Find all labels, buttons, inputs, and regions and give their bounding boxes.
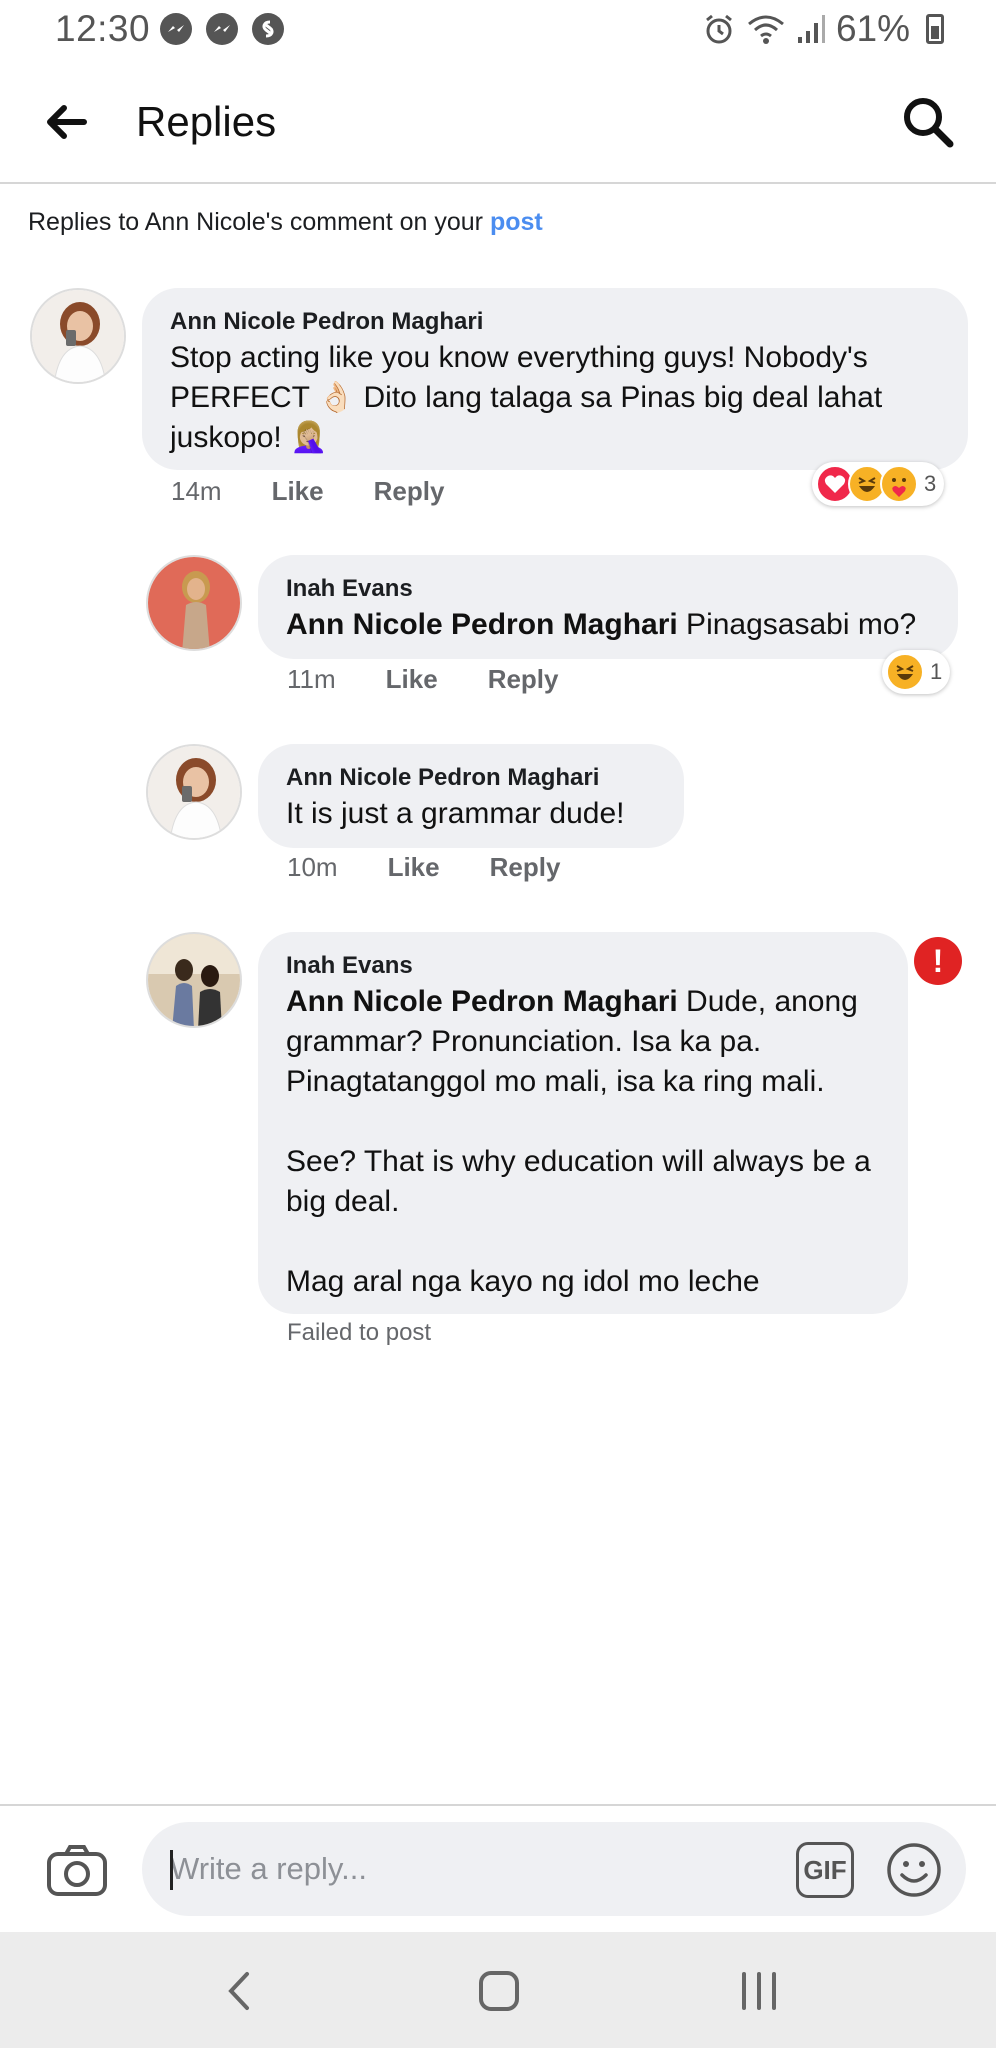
reaction-count: 3	[924, 471, 937, 496]
reply-button[interactable]: Reply	[374, 476, 445, 507]
nav-back-button[interactable]	[215, 1966, 265, 2016]
avatar-photo	[148, 557, 240, 649]
back-button[interactable]	[40, 98, 92, 146]
reaction-count: 1	[930, 659, 943, 684]
like-button[interactable]: Like	[272, 476, 324, 507]
comment-time: 11m	[287, 664, 336, 694]
comment-text: Ann Nicole Pedron Maghari Dude, anong gr…	[286, 982, 880, 1302]
comment-time: 10m	[287, 852, 338, 882]
arrow-left-icon	[47, 105, 87, 139]
signal-icon	[797, 15, 825, 43]
comment-time: 14m	[171, 476, 222, 506]
post-link[interactable]: post	[490, 208, 543, 236]
avatar-photo	[32, 290, 124, 382]
error-icon[interactable]: !	[914, 937, 962, 985]
comment-body: Dude, anong grammar? Pronunciation. Isa …	[286, 985, 871, 1298]
search-icon	[904, 98, 954, 148]
care-icon	[880, 465, 918, 503]
page-title: Replies	[136, 98, 277, 145]
comment-bubble: Inah Evans Ann Nicole Pedron Maghari Pin…	[258, 555, 958, 659]
chevron-left-icon	[228, 1972, 249, 2010]
avatar[interactable]	[146, 744, 242, 840]
comment-actions: 11m Like Reply	[287, 664, 559, 695]
camera-button[interactable]	[46, 1844, 108, 1898]
comment-actions: 10m Like Reply	[287, 852, 560, 883]
comment-author[interactable]: Ann Nicole Pedron Maghari	[286, 762, 656, 794]
avatar-photo	[148, 746, 240, 838]
comment-author[interactable]: Inah Evans	[286, 950, 880, 982]
smiley-icon	[887, 1843, 941, 1897]
system-nav-bar	[0, 1932, 996, 2048]
status-right: 61%	[702, 8, 944, 50]
battery-percent: 61%	[835, 8, 910, 49]
haha-icon	[886, 653, 924, 691]
comment-author[interactable]: Inah Evans	[286, 573, 930, 605]
reactions-summary[interactable]: 3	[812, 462, 945, 506]
text-cursor	[170, 1850, 173, 1890]
avatar-photo	[148, 934, 240, 1026]
nav-recents-button[interactable]	[734, 1966, 784, 2016]
search-button[interactable]	[900, 94, 956, 150]
emoji-button[interactable]	[886, 1842, 942, 1898]
messenger-icon	[206, 13, 238, 45]
avatar[interactable]	[146, 932, 242, 1028]
mention-link[interactable]: Ann Nicole Pedron Maghari	[286, 608, 678, 641]
avatar[interactable]	[146, 555, 242, 651]
like-button[interactable]: Like	[386, 664, 438, 695]
replies-context-text: Replies to Ann Nicole's comment on your	[28, 208, 490, 236]
mention-link[interactable]: Ann Nicole Pedron Maghari	[286, 985, 678, 1018]
comment-text: Ann Nicole Pedron Maghari Pinagsasabi mo…	[286, 605, 930, 645]
header: Replies	[0, 62, 996, 184]
messenger-icon	[160, 13, 192, 45]
reactions-summary[interactable]: 1	[882, 650, 951, 694]
like-button[interactable]: Like	[388, 852, 440, 883]
gif-button[interactable]: GIF	[796, 1842, 854, 1898]
alarm-icon	[706, 14, 732, 44]
reply-button[interactable]: Reply	[488, 664, 559, 695]
failed-status: Failed to post	[287, 1319, 432, 1346]
comment-bubble: Inah Evans Ann Nicole Pedron Maghari Dud…	[258, 932, 908, 1314]
comment-author[interactable]: Ann Nicole Pedron Maghari	[170, 306, 940, 338]
shazam-icon	[252, 13, 284, 45]
reply-button[interactable]: Reply	[490, 852, 561, 883]
replies-context: Replies to Ann Nicole's comment on your …	[28, 208, 543, 237]
camera-icon	[47, 1845, 107, 1896]
battery-icon	[926, 14, 944, 44]
comment-actions: 14m Like Reply	[171, 476, 444, 507]
wifi-icon	[747, 15, 784, 44]
comment-text: Stop acting like you know everything guy…	[170, 341, 891, 454]
home-square-icon	[479, 1971, 519, 2011]
reply-composer: GIF	[0, 1804, 996, 1932]
avatar[interactable]	[30, 288, 126, 384]
recents-icon	[742, 1972, 776, 2010]
nav-home-button[interactable]	[474, 1966, 524, 2016]
comment-body: Pinagsasabi mo?	[677, 608, 917, 641]
comment-bubble: Ann Nicole Pedron Maghari It is just a g…	[258, 744, 684, 848]
status-time: 12:30	[55, 8, 151, 49]
comment-bubble: Ann Nicole Pedron Maghari Stop acting li…	[142, 288, 968, 470]
status-bar: 12:30 61%	[0, 0, 996, 62]
comment-text: It is just a grammar dude!	[286, 797, 625, 830]
